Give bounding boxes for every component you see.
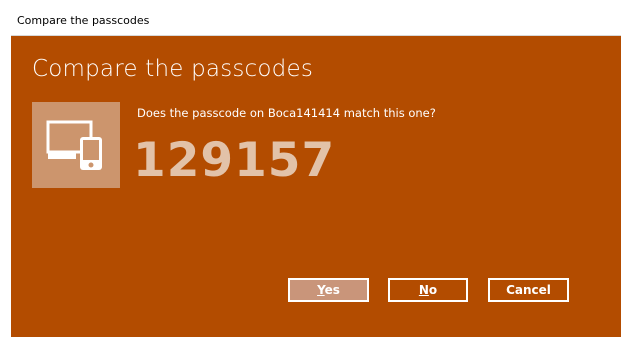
cancel-button[interactable]: Cancel bbox=[488, 278, 569, 302]
dialog-body: Compare the passcodes Does the passcode … bbox=[11, 36, 621, 337]
dialog-window: Compare the passcodes Compare the passco… bbox=[11, 8, 621, 337]
device-tile bbox=[32, 102, 120, 188]
no-access-key: N bbox=[418, 283, 429, 297]
passcode-question: Does the passcode on Boca141414 match th… bbox=[137, 106, 436, 120]
yes-button[interactable]: Yes bbox=[288, 278, 369, 302]
yes-access-key: Y bbox=[317, 283, 325, 297]
devices-icon bbox=[46, 120, 102, 170]
dialog-heading: Compare the passcodes bbox=[32, 56, 314, 82]
passcode-value: 129157 bbox=[133, 133, 336, 188]
no-label: o bbox=[428, 283, 438, 297]
no-button[interactable]: No bbox=[388, 278, 468, 302]
title-bar: Compare the passcodes bbox=[11, 8, 621, 36]
yes-label: es bbox=[324, 283, 340, 297]
window-title: Compare the passcodes bbox=[17, 14, 150, 27]
